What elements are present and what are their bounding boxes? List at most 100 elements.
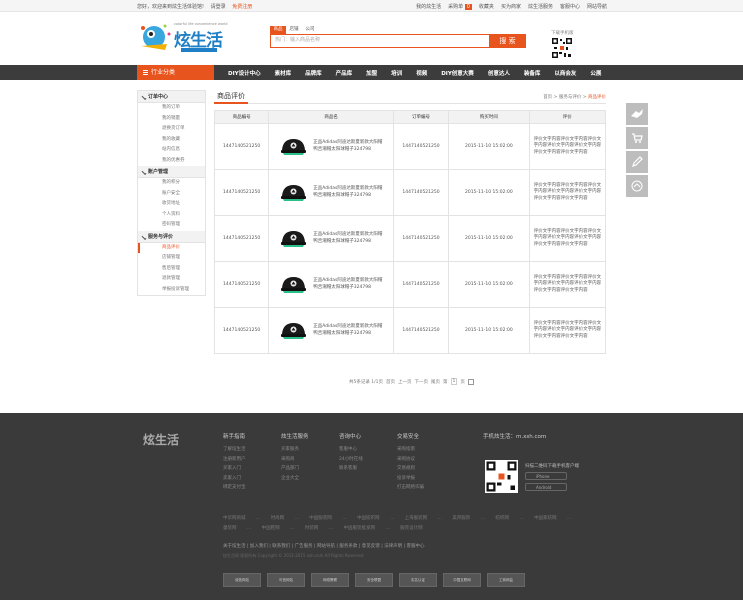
sidebar-item-reviews[interactable]: 商品评价 bbox=[138, 242, 205, 253]
footer-link[interactable]: 采购指南 bbox=[397, 445, 424, 455]
sidebar-item-complaints[interactable]: 举报投诉管理 bbox=[138, 285, 205, 296]
back-to-top-icon[interactable] bbox=[626, 175, 648, 197]
site-nav-link[interactable]: 网站导航 bbox=[587, 3, 607, 10]
product-name-link[interactable]: 正品Adidas阿迪达斯夏新款大阳帽鸭舌潮帽太阳球帽子324798 bbox=[313, 232, 385, 245]
search-tab-shops[interactable]: 店铺 bbox=[286, 26, 302, 34]
footer-link[interactable]: 24小时在线 bbox=[339, 455, 363, 465]
trust-badge[interactable]: 工商网监 bbox=[487, 573, 525, 587]
sidebar-item-points[interactable]: 我的积分 bbox=[138, 178, 205, 189]
iphone-download-button[interactable]: iPhone bbox=[525, 472, 567, 480]
footer-link[interactable]: 产品部门 bbox=[281, 464, 309, 474]
pager-page-input[interactable]: 1 bbox=[450, 378, 458, 385]
footer-link[interactable]: 客服中心 bbox=[339, 445, 363, 455]
trust-badge[interactable]: 诚信网站 bbox=[223, 573, 261, 587]
trust-badge[interactable]: 可信网站 bbox=[267, 573, 305, 587]
footer-logo[interactable]: 炫生活 bbox=[143, 431, 179, 448]
sidebar-item-refunds[interactable]: 退款管理 bbox=[138, 274, 205, 285]
search-input[interactable]: 热门：输入商品名称 bbox=[270, 34, 489, 48]
cell-order-id[interactable]: 1447140521250 bbox=[392, 123, 450, 170]
footer-link[interactable]: 交易规则 bbox=[397, 464, 424, 474]
cart-icon[interactable] bbox=[626, 127, 648, 149]
breadcrumb-home[interactable]: 首页 bbox=[543, 95, 552, 100]
product-name-link[interactable]: 正品Adidas阿迪达斯夏新款大阳帽鸭舌潮帽太阳球帽子324798 bbox=[313, 278, 385, 291]
cell-order-id[interactable]: 1447140521250 bbox=[392, 215, 450, 262]
nav-item-equipment[interactable]: 装备库 bbox=[524, 69, 541, 77]
footer-link[interactable]: 投诉举报 bbox=[397, 474, 424, 484]
nav-item-experts[interactable]: 创意达人 bbox=[488, 69, 510, 77]
footer-link[interactable]: 企业大全 bbox=[281, 474, 309, 484]
sidebar-section-service[interactable]: 服务与评价 bbox=[138, 230, 205, 243]
cell-order-id[interactable]: 1447140521250 bbox=[392, 169, 450, 216]
pager-next[interactable]: 下一页 bbox=[415, 379, 429, 385]
pager-first[interactable]: 首页 bbox=[386, 379, 395, 385]
sidebar-item-my-sales[interactable]: 我的销量 bbox=[138, 114, 205, 125]
trust-badge[interactable]: 安全联盟 bbox=[355, 573, 393, 587]
sidebar-item-security[interactable]: 账户安全 bbox=[138, 189, 205, 200]
bird-icon[interactable] bbox=[626, 103, 648, 125]
product-name-link[interactable]: 正品Adidas阿迪达斯夏新款大阳帽鸭舌潮帽太阳球帽子324798 bbox=[313, 324, 385, 337]
android-download-button[interactable]: Android bbox=[525, 483, 567, 491]
nav-item-friends[interactable]: 以商会友 bbox=[554, 69, 576, 77]
sidebar-item-returns[interactable]: 退换货订单 bbox=[138, 124, 205, 135]
sidebar-item-favorites[interactable]: 我的收藏 bbox=[138, 135, 205, 146]
nav-item-products[interactable]: 产品库 bbox=[336, 69, 353, 77]
nav-item-training[interactable]: 培训 bbox=[391, 69, 402, 77]
register-link[interactable]: 免费注册 bbox=[232, 4, 252, 10]
nav-item-exhibition[interactable]: 公展 bbox=[590, 69, 601, 77]
footer-link[interactable]: 了解炫生活 bbox=[223, 445, 246, 455]
sidebar-item-coupons[interactable]: 我的优惠券 bbox=[138, 156, 205, 167]
service-link[interactable]: 炫生活服务 bbox=[528, 3, 553, 10]
product-name-link[interactable]: 正品Adidas阿迪达斯夏新款大阳帽鸭舌潮帽太阳球帽子324798 bbox=[313, 186, 385, 199]
footer-link[interactable]: 采购商 bbox=[281, 455, 309, 465]
my-xsh-link[interactable]: 我的炫生活 bbox=[416, 3, 441, 10]
friend-links[interactable]: 中华网商城 ... 时尚网 ... 中国服装网 ... 中国纺织网 ... 上海… bbox=[223, 514, 578, 534]
cap-image-icon[interactable] bbox=[279, 274, 308, 296]
sidebar-item-profile[interactable]: 个人资料 bbox=[138, 210, 205, 221]
sidebar-item-messages[interactable]: 站内信息 bbox=[138, 145, 205, 156]
cell-order-id[interactable]: 1447140521250 bbox=[392, 307, 450, 354]
cell-order-id[interactable]: 1447140521250 bbox=[392, 261, 450, 308]
footer-link[interactable]: 买家入门 bbox=[223, 464, 246, 474]
nav-item-materials[interactable]: 素材库 bbox=[275, 69, 292, 77]
seller-link[interactable]: 买为商家 bbox=[501, 3, 521, 10]
footer-link[interactable]: 打击网络诈骗 bbox=[397, 483, 424, 493]
customer-service-link[interactable]: 客服中心 bbox=[560, 3, 580, 10]
sidebar-section-account[interactable]: 账户管理 bbox=[138, 166, 205, 178]
footer-link[interactable]: 注册新用户 bbox=[223, 455, 246, 465]
search-tab-products[interactable]: 商品 bbox=[270, 26, 286, 34]
sidebar-item-password[interactable]: 密码管理 bbox=[138, 220, 205, 231]
login-link[interactable]: 请登录 bbox=[211, 4, 226, 10]
footer-link[interactable]: 卖家入门 bbox=[223, 474, 246, 484]
pager-last[interactable]: 尾页 bbox=[431, 379, 440, 385]
trust-badge[interactable]: 中国互联网 bbox=[443, 573, 481, 587]
product-name-link[interactable]: 正品Adidas阿迪达斯夏新款大阳帽鸭舌潮帽太阳球帽子324798 bbox=[313, 140, 385, 153]
sidebar-item-my-orders[interactable]: 我的订单 bbox=[138, 103, 205, 114]
footer-link[interactable]: 联系客服 bbox=[339, 464, 363, 474]
nav-item-brands[interactable]: 品牌库 bbox=[305, 69, 322, 77]
nav-item-join[interactable]: 加盟 bbox=[366, 69, 377, 77]
pager-prev[interactable]: 上一页 bbox=[398, 379, 412, 385]
cap-image-icon[interactable] bbox=[279, 228, 308, 250]
cap-image-icon[interactable] bbox=[279, 320, 308, 342]
sidebar-item-aftersale[interactable]: 售后管理 bbox=[138, 264, 205, 275]
footer-link[interactable]: 采购协议 bbox=[397, 455, 424, 465]
nav-item-diy[interactable]: DIY设计中心 bbox=[228, 69, 261, 77]
about-links[interactable]: 关于炫生活 | 加入我们 | 联系我们 | 广告服务 | 网站导航 | 服务条款… bbox=[223, 543, 578, 549]
trust-badge[interactable]: 实名认证 bbox=[399, 573, 437, 587]
footer-link[interactable]: 绑定支付宝 bbox=[223, 483, 246, 493]
category-menu-button[interactable]: 行业分类 bbox=[137, 65, 214, 80]
footer-link[interactable]: 买家服务 bbox=[281, 445, 309, 455]
site-logo[interactable]: colorful life convenience world 炫生活 bbox=[137, 20, 237, 56]
cap-image-icon[interactable] bbox=[279, 182, 308, 204]
purchase-list-link[interactable]: 采购单 0 bbox=[448, 3, 472, 10]
favorites-link[interactable]: 收藏夹 bbox=[479, 3, 494, 10]
sidebar-item-shop[interactable]: 店铺管理 bbox=[138, 253, 205, 264]
search-tab-companies[interactable]: 公司 bbox=[302, 26, 318, 34]
nav-item-video[interactable]: 视频 bbox=[416, 69, 427, 77]
breadcrumb-mid[interactable]: 服务与评价 bbox=[559, 95, 582, 100]
sidebar-item-address[interactable]: 收货地址 bbox=[138, 199, 205, 210]
trust-badge[interactable]: 网络警察 bbox=[311, 573, 349, 587]
edit-icon[interactable] bbox=[626, 151, 648, 173]
pager-go-button[interactable] bbox=[467, 378, 474, 385]
sidebar-section-orders[interactable]: 订单中心 bbox=[138, 91, 205, 103]
